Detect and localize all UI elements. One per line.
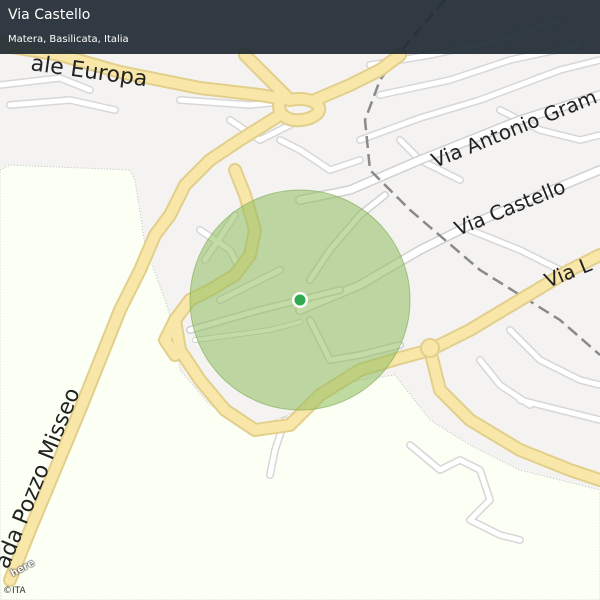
location-title: Via Castello (8, 7, 91, 23)
map-view[interactable]: ale Europa Via Antonio Gram Via Castello… (0, 0, 600, 600)
location-subtitle: Matera, Basilicata, Italia (8, 34, 129, 45)
map-canvas[interactable]: ale Europa Via Antonio Gram Via Castello… (0, 0, 600, 600)
copyright-text[interactable]: ©ITA (3, 586, 26, 596)
roundabout (420, 338, 440, 358)
location-header: Via Castello Matera, Basilicata, Italia (0, 0, 600, 54)
location-dot-icon[interactable] (292, 292, 308, 308)
